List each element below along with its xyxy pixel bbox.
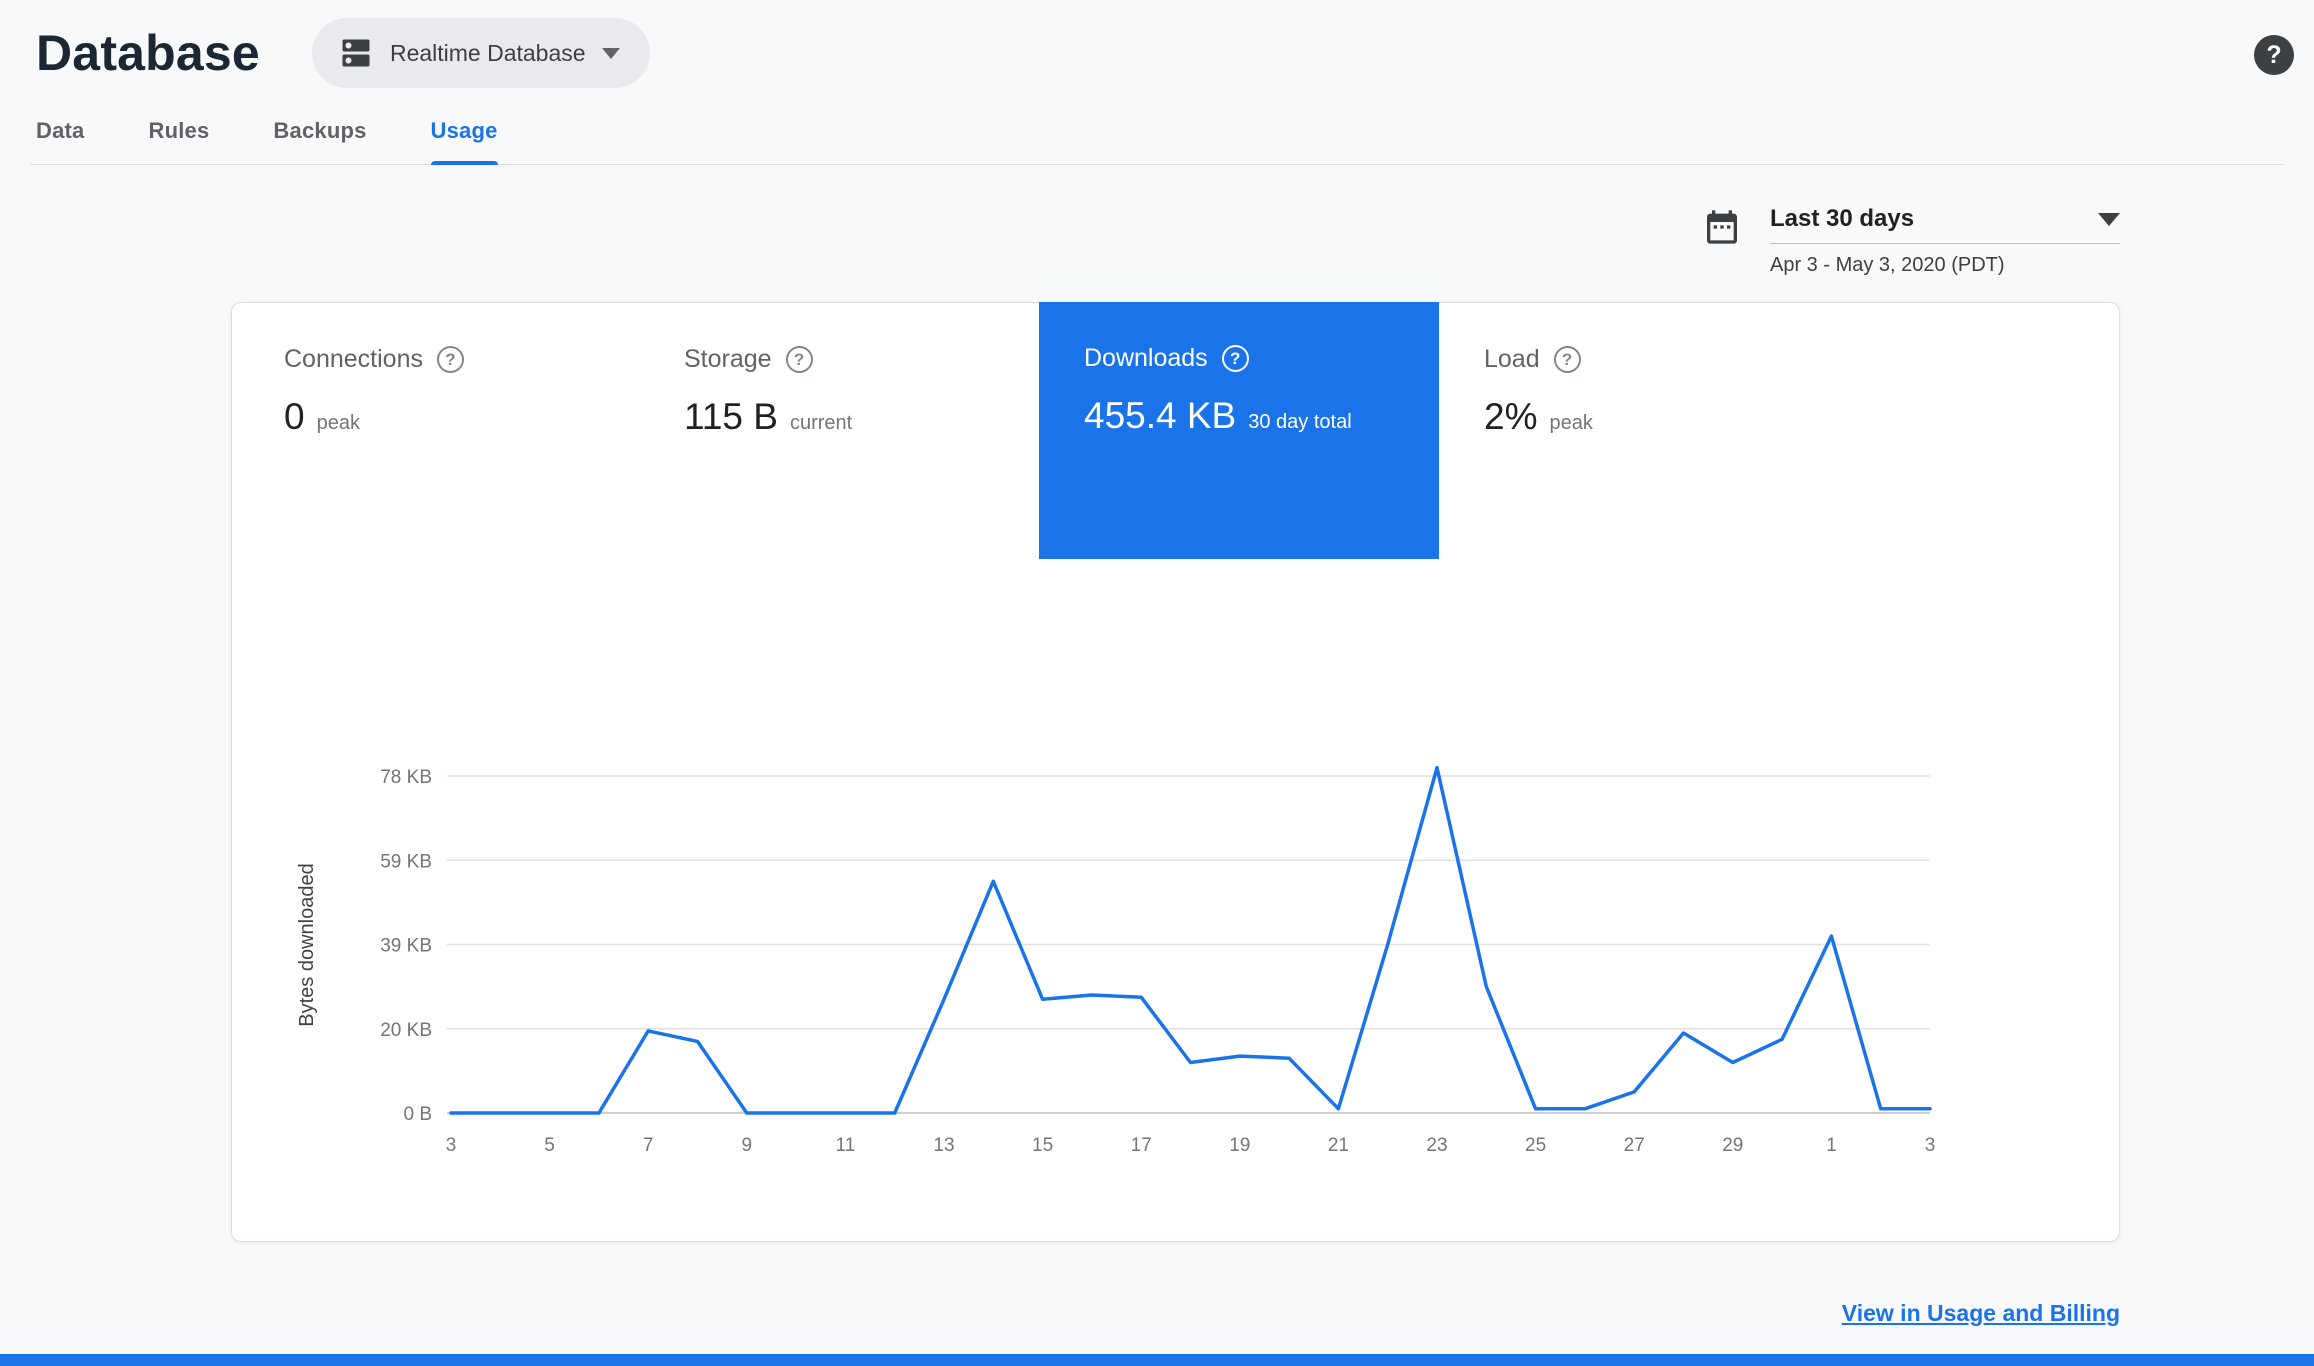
database-icon (338, 35, 374, 71)
metric-unit: peak (1549, 412, 1593, 434)
usage-card: Connections ? 0 peak Storage ? 115 B cur… (231, 302, 2120, 1242)
metric-tile-storage[interactable]: Storage ? 115 B current (639, 303, 1039, 560)
svg-text:5: 5 (544, 1135, 555, 1156)
tab-rules[interactable]: Rules (149, 118, 210, 164)
svg-text:3: 3 (1925, 1135, 1936, 1156)
metric-tile-connections[interactable]: Connections ? 0 peak (239, 303, 639, 560)
svg-text:17: 17 (1131, 1135, 1152, 1156)
date-range-dropdown[interactable]: Last 30 days (1770, 205, 2120, 244)
firebase-database-page: Database Realtime Database ? Data Rules … (0, 0, 2314, 1366)
metric-unit: 30 day total (1248, 411, 1352, 433)
help-icon[interactable]: ? (1553, 346, 1581, 373)
metric-value: 115 B (684, 396, 778, 437)
metric-value: 2% (1484, 396, 1538, 437)
metric-value: 0 (284, 396, 305, 437)
chevron-down-icon (601, 47, 620, 59)
svg-text:78 KB: 78 KB (380, 767, 432, 788)
svg-text:19: 19 (1229, 1135, 1250, 1156)
tab-bar: Data Rules Backups Usage (30, 118, 2284, 165)
svg-text:3: 3 (446, 1135, 457, 1156)
svg-text:Bytes downloaded: Bytes downloaded (296, 863, 318, 1026)
page-header: Database Realtime Database ? (0, 0, 2314, 88)
svg-text:27: 27 (1624, 1135, 1645, 1156)
help-icon[interactable]: ? (1221, 345, 1249, 372)
svg-text:59 KB: 59 KB (380, 851, 432, 872)
svg-text:7: 7 (643, 1135, 654, 1156)
svg-text:25: 25 (1525, 1135, 1546, 1156)
svg-text:15: 15 (1032, 1135, 1053, 1156)
metric-tiles: Connections ? 0 peak Storage ? 115 B cur… (232, 302, 2119, 560)
database-selector-label: Realtime Database (389, 39, 586, 66)
svg-text:23: 23 (1426, 1135, 1447, 1156)
metric-label: Storage (684, 345, 772, 373)
footer-link-row: View in Usage and Billing (1842, 1300, 2120, 1327)
usage-billing-link[interactable]: View in Usage and Billing (1842, 1300, 2120, 1326)
svg-text:9: 9 (742, 1135, 753, 1156)
tab-usage[interactable]: Usage (430, 118, 498, 165)
svg-text:39 KB: 39 KB (380, 936, 432, 957)
svg-text:21: 21 (1328, 1135, 1349, 1156)
svg-text:13: 13 (933, 1135, 954, 1156)
metric-tile-downloads[interactable]: Downloads ? 455.4 KB 30 day total (1039, 302, 1439, 559)
svg-text:29: 29 (1722, 1135, 1743, 1156)
tab-backups[interactable]: Backups (273, 118, 366, 164)
metric-tile-load[interactable]: Load ? 2% peak (1439, 303, 1839, 560)
svg-text:1: 1 (1826, 1135, 1837, 1156)
metric-label: Connections (284, 345, 423, 373)
date-range-dropdown-column: Last 30 days Apr 3 - May 3, 2020 (PDT) (1770, 205, 2120, 277)
calendar-icon (1702, 207, 1742, 247)
tab-data[interactable]: Data (36, 118, 85, 164)
help-button[interactable]: ? (2254, 35, 2294, 75)
help-icon[interactable]: ? (785, 346, 813, 373)
metric-unit: peak (316, 412, 360, 434)
svg-text:11: 11 (836, 1135, 856, 1156)
date-range-label: Last 30 days (1770, 205, 1915, 232)
metric-unit: current (789, 412, 853, 434)
metric-label: Downloads (1084, 344, 1208, 372)
metric-value: 455.4 KB (1084, 395, 1237, 436)
svg-text:0 B: 0 B (403, 1104, 432, 1125)
date-range-selector: Last 30 days Apr 3 - May 3, 2020 (PDT) (1702, 205, 2120, 277)
bottom-accent-bar (0, 1354, 2314, 1366)
database-type-selector[interactable]: Realtime Database (311, 18, 650, 88)
svg-text:20 KB: 20 KB (380, 1020, 432, 1041)
page-title: Database (36, 25, 260, 81)
chevron-down-icon (2098, 212, 2120, 226)
help-icon[interactable]: ? (436, 346, 464, 373)
date-range-sublabel: Apr 3 - May 3, 2020 (PDT) (1770, 254, 2005, 276)
metric-label: Load (1484, 345, 1540, 373)
